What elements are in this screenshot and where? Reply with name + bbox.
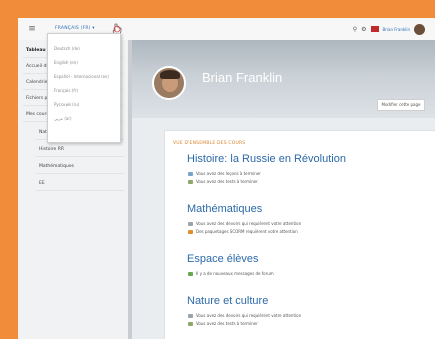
moodle-screen: ≡ FRANÇAIS (FR) ▾ ⚲ ⚙ Brian Franklin Tab… bbox=[18, 18, 435, 339]
video-frame: ≡ FRANÇAIS (FR) ▾ ⚲ ⚙ Brian Franklin Tab… bbox=[0, 0, 435, 339]
forum-icon bbox=[188, 272, 193, 276]
language-option-ar[interactable]: عربي (ar) bbox=[54, 116, 72, 121]
quiz-icon bbox=[188, 180, 193, 184]
course-title-espace-eleves[interactable]: Espace élèves bbox=[187, 253, 259, 265]
sidebar-course-mathematiques[interactable]: Mathématiques bbox=[36, 160, 124, 174]
sidebar-course-ee[interactable]: EE bbox=[36, 177, 124, 191]
hamburger-icon[interactable]: ≡ bbox=[26, 23, 38, 35]
navbar-user-area: ⚲ ⚙ Brian Franklin bbox=[353, 22, 425, 36]
course-notice[interactable]: Vous avez des tests à terminer bbox=[188, 321, 258, 327]
main-content: Brian Franklin Modifier cette page VUE D… bbox=[132, 40, 435, 339]
course-title-histoire[interactable]: Histoire: la Russie en Révolution bbox=[187, 153, 346, 165]
edit-page-button[interactable]: Modifier cette page bbox=[377, 99, 425, 111]
messages-icon[interactable] bbox=[370, 26, 379, 32]
course-overview-card: VUE D'ENSEMBLE DES COURS Histoire: la Ru… bbox=[164, 130, 435, 339]
course-overview-heading: VUE D'ENSEMBLE DES COURS bbox=[173, 141, 246, 146]
language-option-de[interactable]: Deutsch (de) bbox=[54, 46, 80, 51]
course-notice[interactable]: Vous avez des devoirs qui requièrent vot… bbox=[188, 221, 301, 227]
course-notice[interactable]: Des paquetages SCORM requièrent votre at… bbox=[188, 229, 298, 235]
profile-name: Brian Franklin bbox=[202, 70, 283, 85]
notification-icon[interactable]: ⚙ bbox=[361, 26, 366, 33]
scorm-icon bbox=[188, 230, 193, 234]
user-avatar[interactable] bbox=[414, 23, 425, 35]
language-dropdown: Deutsch (de) English (en) Español - Inte… bbox=[47, 33, 121, 143]
course-title-mathematiques[interactable]: Mathématiques bbox=[187, 203, 262, 215]
course-notice[interactable]: Vous avez des leçons à terminer bbox=[188, 171, 261, 177]
language-option-fr[interactable]: Français (fr) bbox=[54, 88, 78, 93]
language-option-es[interactable]: Español - Internacional (es) bbox=[54, 74, 109, 79]
avatar-hair bbox=[160, 70, 180, 79]
user-menu-name[interactable]: Brian Franklin bbox=[383, 27, 410, 32]
lesson-icon bbox=[188, 172, 193, 176]
assignment-icon bbox=[188, 314, 193, 318]
search-icon[interactable]: ⚲ bbox=[353, 26, 357, 33]
sidebar-course-histoire[interactable]: Histoire RR bbox=[36, 143, 124, 157]
profile-avatar bbox=[152, 66, 186, 100]
profile-banner: Brian Franklin Modifier cette page bbox=[132, 40, 435, 118]
language-option-en[interactable]: English (en) bbox=[54, 60, 78, 65]
assignment-icon bbox=[188, 222, 193, 226]
course-notice[interactable]: Vous avez des tests à terminer bbox=[188, 179, 258, 185]
course-notice[interactable]: Vous avez des devoirs qui requièrent vot… bbox=[188, 313, 301, 319]
quiz-icon bbox=[188, 322, 193, 326]
course-title-nature-culture[interactable]: Nature et culture bbox=[187, 295, 268, 307]
course-notice[interactable]: Il y a de nouveaux messages de forum bbox=[188, 271, 274, 277]
language-option-ru[interactable]: Русский (ru) bbox=[54, 102, 79, 107]
